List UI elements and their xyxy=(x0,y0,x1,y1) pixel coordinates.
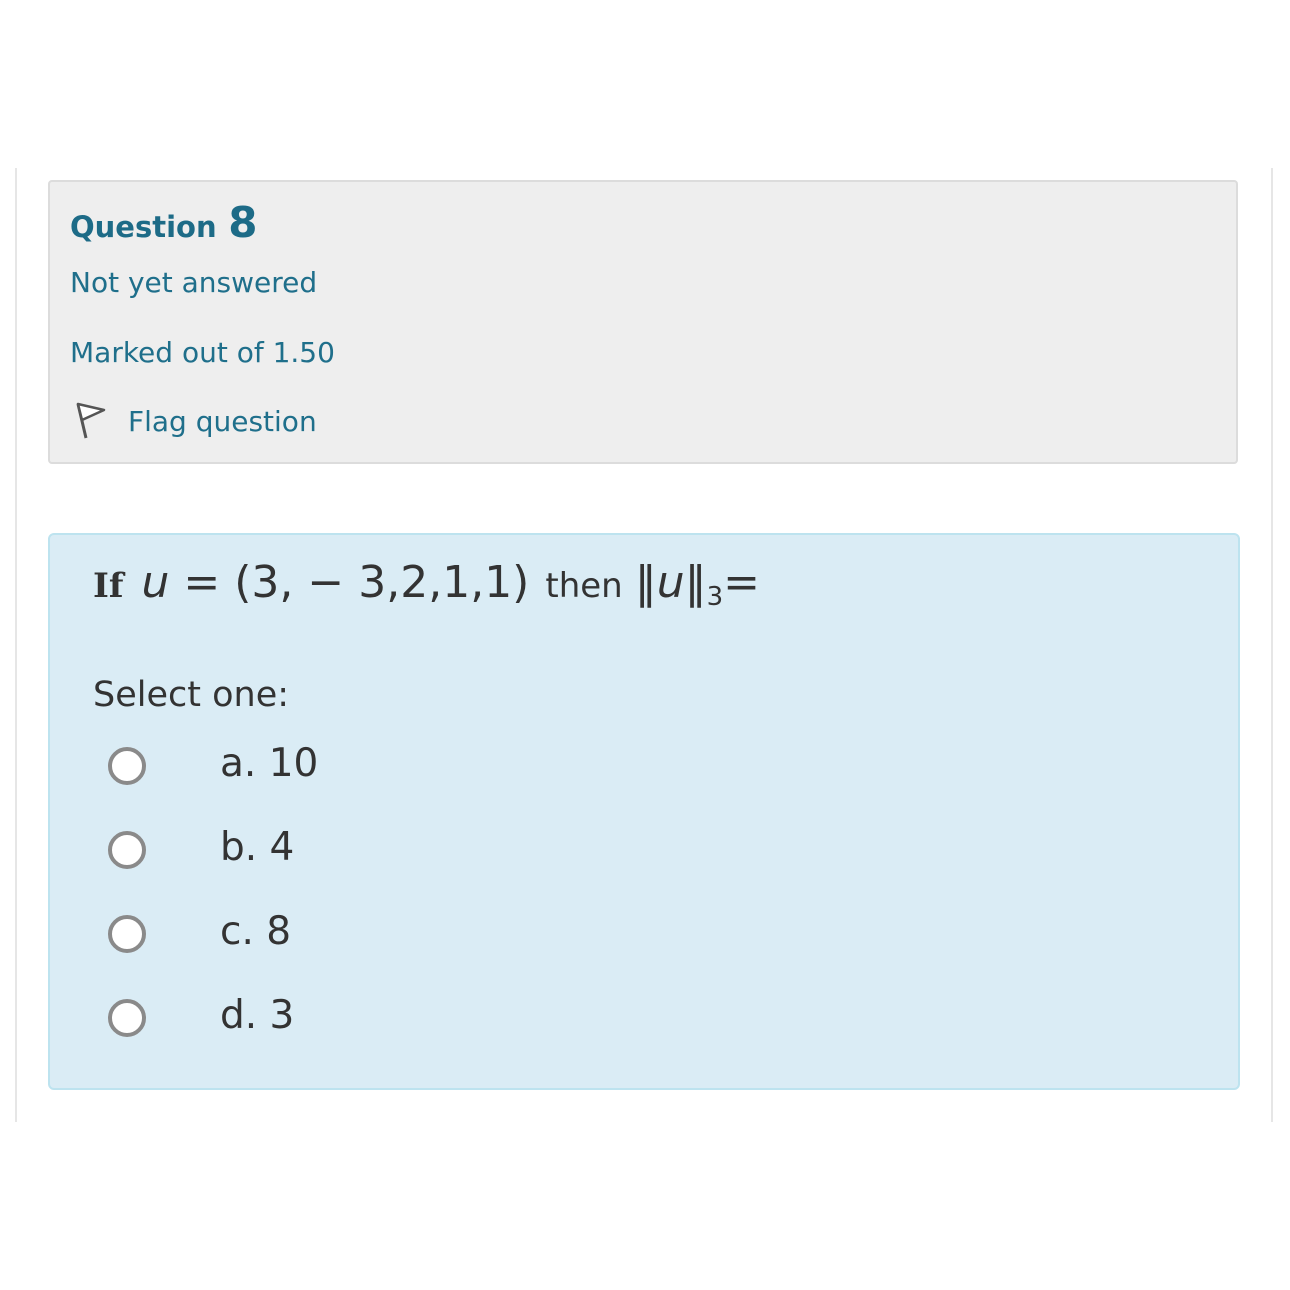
question-title: Question 8 xyxy=(70,198,257,247)
answer-option-d[interactable]: d. 3 xyxy=(106,979,706,1063)
math-vector-value: = (3, − 3,2,1,1) xyxy=(169,557,530,608)
question-text: If u = (3, − 3,2,1,1) then ‖u‖3= xyxy=(93,557,760,612)
norm-open: ‖ xyxy=(634,557,657,608)
answer-label: b. 4 xyxy=(220,825,295,870)
answer-option-a[interactable]: a. 10 xyxy=(106,727,706,811)
answer-option-b[interactable]: b. 4 xyxy=(106,811,706,895)
question-state: Not yet answered xyxy=(70,266,318,299)
radio-button[interactable] xyxy=(108,999,146,1037)
math-vector-definition: u = (3, − 3,2,1,1) xyxy=(142,557,530,608)
radio-button[interactable] xyxy=(108,747,146,785)
flag-icon xyxy=(72,400,108,442)
norm-subscript: 3 xyxy=(706,582,724,612)
flag-question-label: Flag question xyxy=(128,404,317,438)
answer-label: a. 10 xyxy=(220,741,319,786)
answer-label: c. 8 xyxy=(220,909,292,954)
frame-right-border xyxy=(1271,168,1273,1122)
math-norm-expression: ‖u‖3= xyxy=(635,557,760,612)
radio-button[interactable] xyxy=(108,915,146,953)
question-grade: Marked out of 1.50 xyxy=(70,336,335,369)
question-prefix: If xyxy=(93,566,124,606)
answer-options: a. 10 b. 4 c. 8 d. 3 xyxy=(106,727,706,1063)
norm-var: u xyxy=(656,557,685,608)
answer-option-c[interactable]: c. 8 xyxy=(106,895,706,979)
question-title-word: Question xyxy=(70,210,217,244)
question-number: 8 xyxy=(228,198,258,247)
question-content-panel: If u = (3, − 3,2,1,1) then ‖u‖3= Select … xyxy=(48,533,1240,1090)
radio-button[interactable] xyxy=(108,831,146,869)
norm-close: ‖ xyxy=(684,557,707,608)
norm-equals: = xyxy=(723,557,761,608)
question-info-panel: Question 8 Not yet answered Marked out o… xyxy=(48,180,1238,464)
select-one-label: Select one: xyxy=(93,675,290,715)
flag-question-link[interactable]: Flag question xyxy=(72,400,317,442)
frame-left-border xyxy=(15,168,17,1122)
answer-label: d. 3 xyxy=(220,993,295,1038)
math-var-u: u xyxy=(141,557,170,608)
question-middle: then xyxy=(545,566,623,606)
